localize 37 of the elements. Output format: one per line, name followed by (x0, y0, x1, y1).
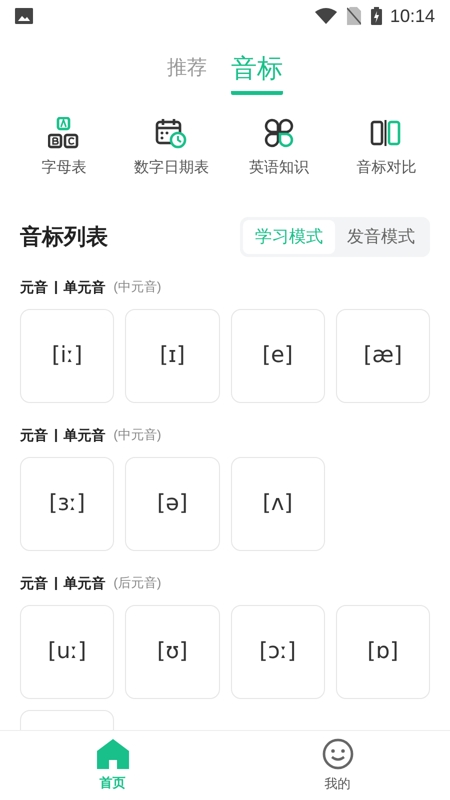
wifi-icon (314, 8, 337, 24)
letter-blocks-icon (48, 116, 80, 148)
image-icon (15, 8, 33, 24)
group-subtitle: 单元音 (64, 278, 106, 296)
group-title: 元音 (20, 574, 48, 592)
group-title: 元音 (20, 426, 48, 444)
shortcut-button[interactable]: 音标对比 (332, 116, 440, 179)
home-icon (96, 738, 128, 769)
battery-charging-icon (370, 7, 382, 25)
four-petal-icon (262, 116, 295, 148)
group-note: (中元音) (114, 278, 162, 296)
shortcut-button[interactable]: 字母表 (10, 116, 118, 179)
phonetic-card[interactable]: [ɔː] (230, 604, 325, 698)
section-heading: 音标列表 (20, 223, 108, 252)
smiley-icon (322, 738, 354, 770)
phonetic-card[interactable]: [e] (230, 308, 325, 402)
shortcut-button[interactable]: 英语知识 (225, 116, 332, 179)
group-note: (中元音) (114, 426, 162, 444)
phonetic-card[interactable]: [ʌ] (230, 456, 325, 550)
phonetic-card[interactable]: [uː] (20, 604, 114, 698)
phonetic-card[interactable]: [æ] (336, 308, 430, 402)
nav-tab[interactable]: 我的 (225, 731, 450, 800)
phonetic-card[interactable]: [ʊ] (125, 604, 220, 698)
phonetic-card[interactable]: [ɒ] (336, 604, 430, 698)
group-note: (后元音) (114, 574, 162, 592)
shortcut-button[interactable]: 数字日期表 (118, 116, 225, 179)
phonetic-card[interactable]: [iː] (20, 308, 114, 402)
mode-tab[interactable]: 发音模式 (335, 220, 427, 254)
phonetic-card[interactable]: [ɪ] (125, 308, 220, 402)
calendar-clock-icon (155, 116, 188, 148)
group-subtitle: 单元音 (64, 426, 106, 444)
status-time: 10:14 (390, 4, 435, 28)
group-subtitle: 单元音 (64, 574, 106, 592)
no-sim-icon (346, 7, 361, 25)
phonetic-card[interactable]: [ə] (125, 456, 220, 550)
phonetic-card[interactable]: [ɜː] (20, 456, 114, 550)
group-title: 元音 (20, 278, 48, 296)
